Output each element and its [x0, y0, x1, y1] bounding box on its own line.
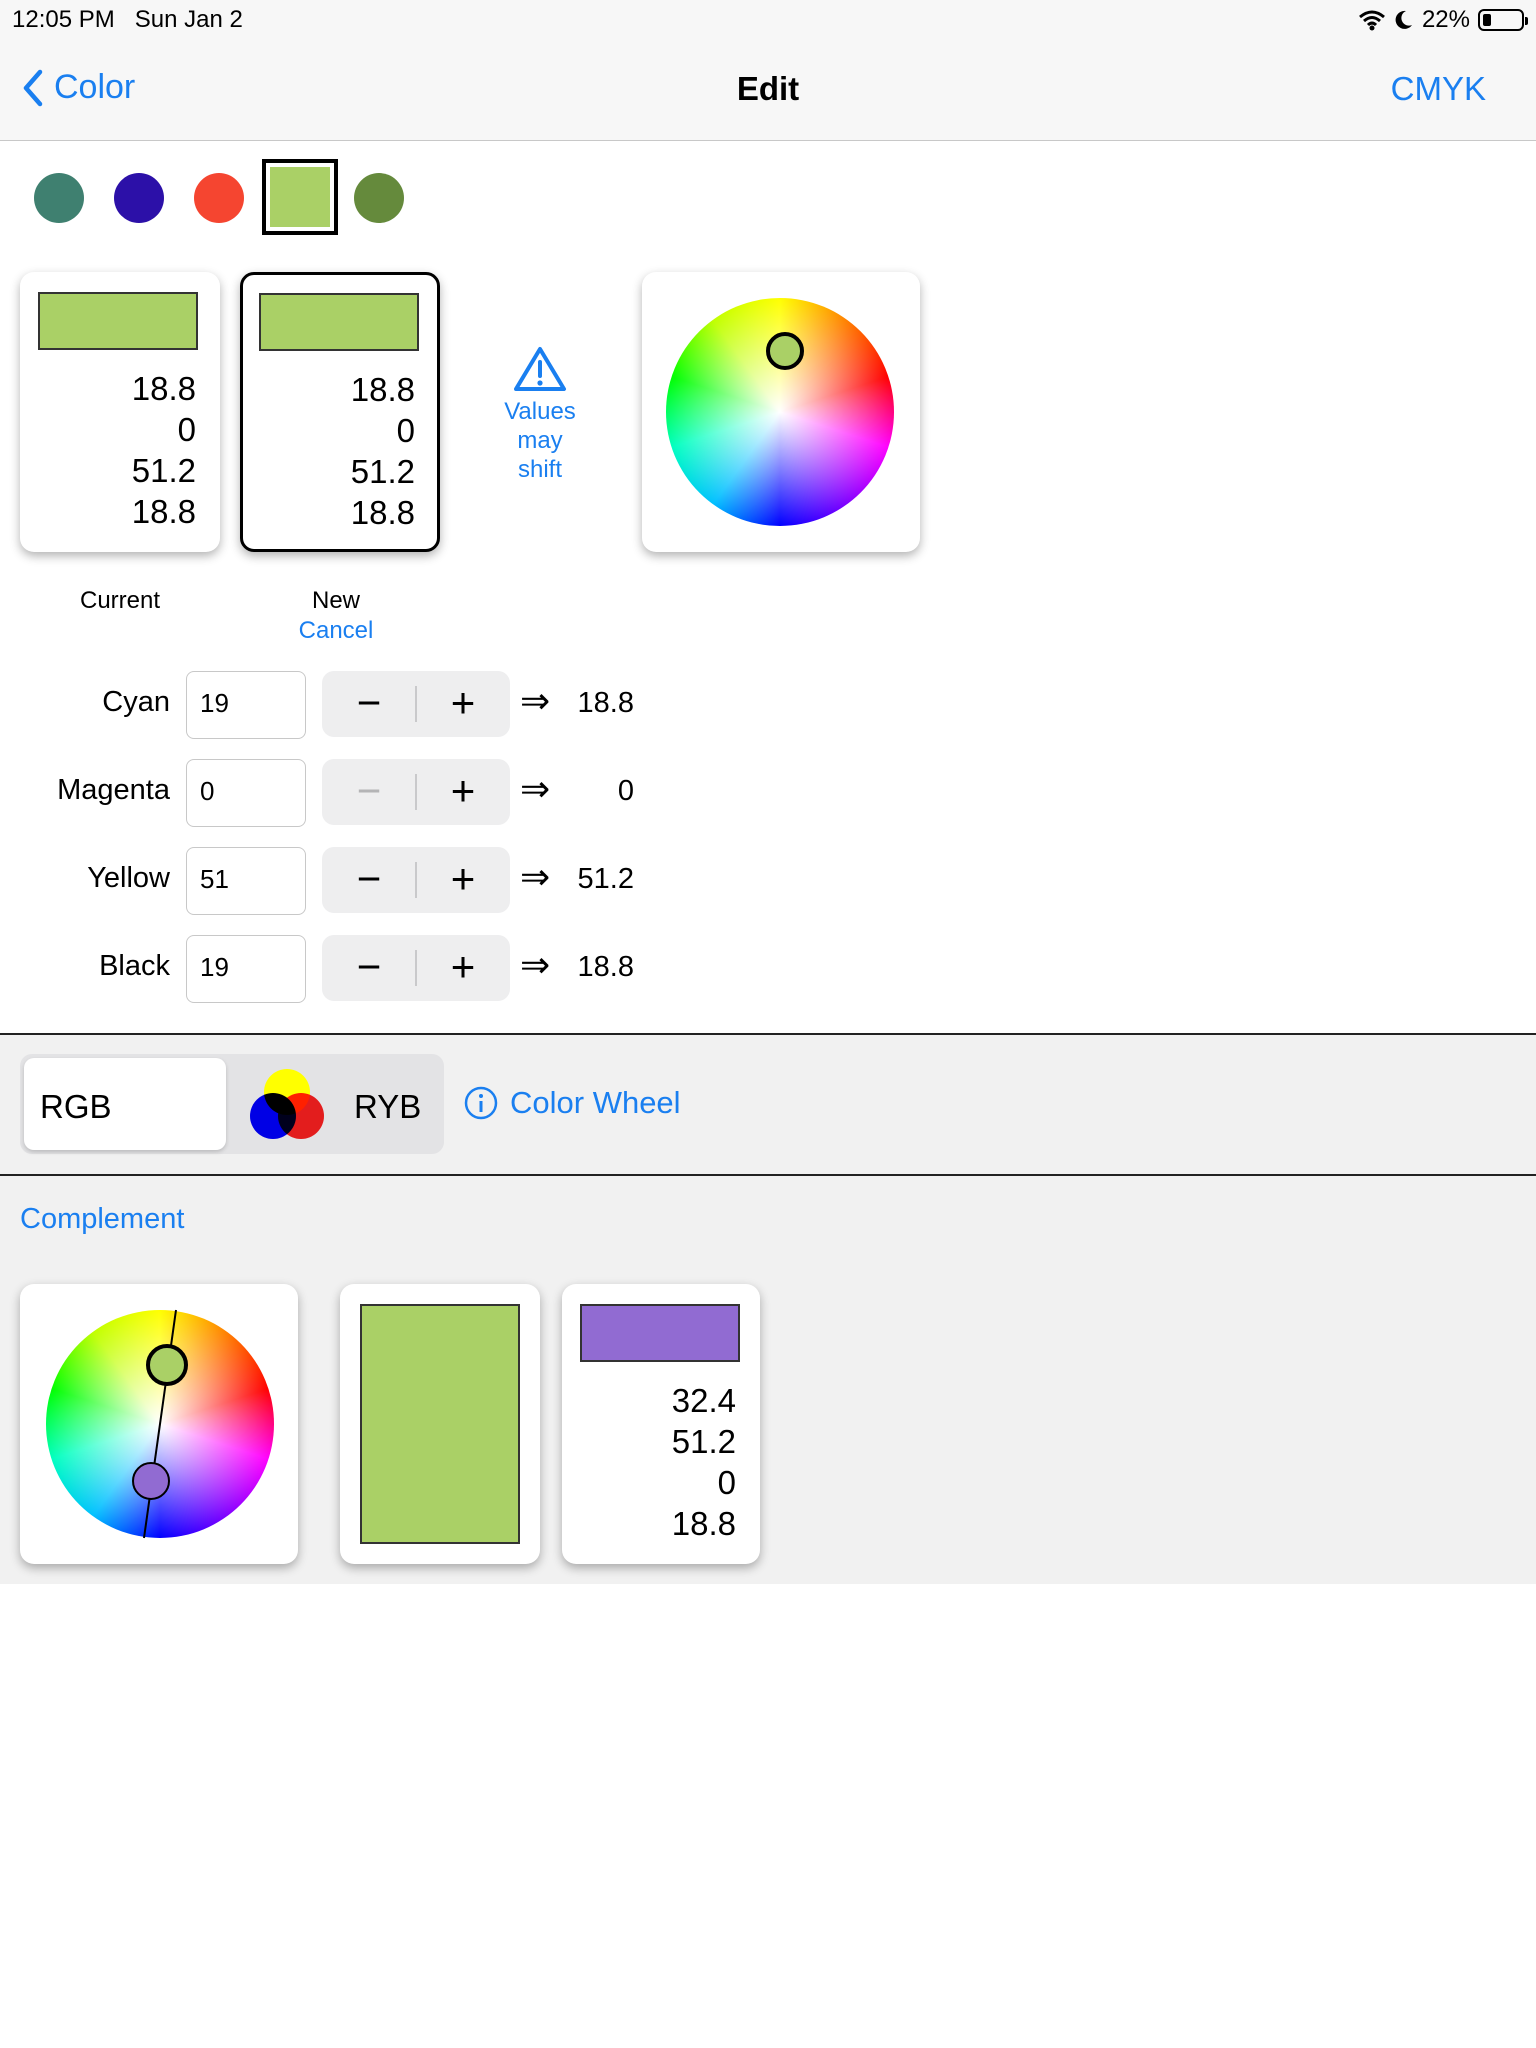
new-label: New [311, 587, 360, 614]
complement-handle [132, 1462, 170, 1500]
yellow-label: Yellow [87, 862, 170, 894]
black-decrement-button[interactable]: − [322, 935, 416, 1001]
yellow-increment-button[interactable]: + [416, 847, 510, 913]
new-swatch [259, 293, 419, 351]
complement-line [143, 1309, 177, 1539]
complement-base-swatch [360, 1304, 520, 1544]
complement-values: 32.4 51.2 0 18.8 [672, 1380, 736, 1544]
status-time: 12:05 PM [12, 6, 115, 33]
arrow-icon: ⇒ [520, 944, 551, 985]
magenta-decrement-button[interactable]: − [322, 759, 416, 825]
magenta-stepper: − + [322, 759, 510, 825]
new-value-y: 51.2 [350, 453, 415, 490]
cancel-button[interactable]: Cancel [236, 617, 436, 645]
black-input[interactable]: 19 [186, 935, 306, 1003]
complement-color-card: 32.4 51.2 0 18.8 [562, 1284, 760, 1564]
new-value-m: 0 [396, 412, 415, 449]
current-value-c: 18.8 [131, 370, 196, 407]
cyan-input[interactable]: 19 [186, 671, 306, 739]
ryb-label: RYB [354, 1088, 422, 1125]
cyan-increment-button[interactable]: + [416, 671, 510, 737]
palette-dot-indigo[interactable] [114, 173, 164, 223]
yellow-input[interactable]: 51 [186, 847, 306, 915]
status-indicators: 22% [1358, 6, 1528, 34]
current-swatch [38, 292, 198, 350]
arrow-icon: ⇒ [520, 768, 551, 809]
yellow-stepper: − + [322, 847, 510, 913]
page-title: Edit [736, 70, 800, 107]
complement-base-card [340, 1284, 540, 1564]
magenta-input[interactable]: 0 [186, 759, 306, 827]
cyan-stepper: − + [322, 671, 510, 737]
new-color-card[interactable]: 18.8 0 51.2 18.8 [240, 272, 440, 552]
cyan-result: 18.8 [577, 687, 634, 719]
info-icon [464, 1086, 498, 1120]
complement-value-y: 0 [717, 1464, 736, 1501]
warning-triangle-icon [514, 347, 566, 391]
current-value-y: 51.2 [131, 452, 196, 489]
wheel-handle[interactable] [766, 332, 804, 370]
new-value-c: 18.8 [350, 371, 415, 408]
black-result: 18.8 [577, 951, 634, 983]
wifi-icon [1358, 10, 1385, 31]
warning-line-1: Values [504, 398, 576, 425]
ryb-segment[interactable]: RYB [226, 1058, 440, 1150]
new-value-k: 18.8 [350, 494, 415, 531]
complement-value-k: 18.8 [671, 1505, 736, 1542]
palette-dot-olive[interactable] [354, 173, 404, 223]
moon-icon [1395, 10, 1412, 29]
palette-dot-red[interactable] [194, 173, 244, 223]
current-value-m: 0 [177, 411, 196, 448]
current-label: Current [79, 587, 161, 614]
warning-line-3: shift [517, 456, 562, 483]
yellow-result: 51.2 [577, 863, 634, 895]
complement-value-c: 32.4 [671, 1382, 736, 1419]
black-stepper: − + [322, 935, 510, 1001]
cmyk-button[interactable]: CMYK [1391, 70, 1486, 108]
battery-icon [1478, 9, 1528, 31]
status-date: Sun Jan 2 [134, 6, 243, 33]
cyan-decrement-button[interactable]: − [322, 671, 416, 737]
color-wheel-card[interactable] [642, 272, 920, 552]
values-may-shift-warning[interactable]: Values may shift [470, 345, 610, 484]
arrow-icon: ⇒ [520, 680, 551, 721]
current-value-k: 18.8 [131, 493, 196, 530]
current-color-card: 18.8 0 51.2 18.8 [20, 272, 220, 552]
rgb-label: RGB [40, 1088, 112, 1125]
cyan-label: Cyan [102, 686, 170, 718]
palette-selected-swatch[interactable] [262, 159, 338, 235]
battery-percent: 22% [1421, 6, 1470, 33]
ryb-venn-icon [250, 1069, 324, 1139]
arrow-icon: ⇒ [520, 856, 551, 897]
complement-value-m: 51.2 [671, 1423, 736, 1460]
color-wheel-info-label: Color Wheel [510, 1085, 681, 1120]
complement-title[interactable]: Complement [20, 1203, 184, 1236]
selected-swatch-fill [270, 167, 330, 227]
magenta-label: Magenta [57, 774, 170, 806]
rgb-segment[interactable]: RGB [24, 1058, 226, 1150]
complement-base-handle [146, 1344, 188, 1386]
warning-line-2: may [517, 427, 563, 454]
black-label: Black [99, 950, 170, 982]
status-time-date: 12:05 PM Sun Jan 2 [12, 6, 243, 34]
black-increment-button[interactable]: + [416, 935, 510, 1001]
color-wheel-info-button[interactable]: Color Wheel [464, 1085, 681, 1121]
rgb-venn-icon [130, 1069, 204, 1139]
complement-wheel-card[interactable] [20, 1284, 298, 1564]
palette-dot-teal[interactable] [34, 173, 84, 223]
yellow-decrement-button[interactable]: − [322, 847, 416, 913]
magenta-result: 0 [617, 775, 634, 807]
current-values: 18.8 0 51.2 18.8 [132, 368, 196, 532]
magenta-increment-button[interactable]: + [416, 759, 510, 825]
complement-swatch [580, 1304, 740, 1362]
new-values: 18.8 0 51.2 18.8 [351, 369, 415, 533]
